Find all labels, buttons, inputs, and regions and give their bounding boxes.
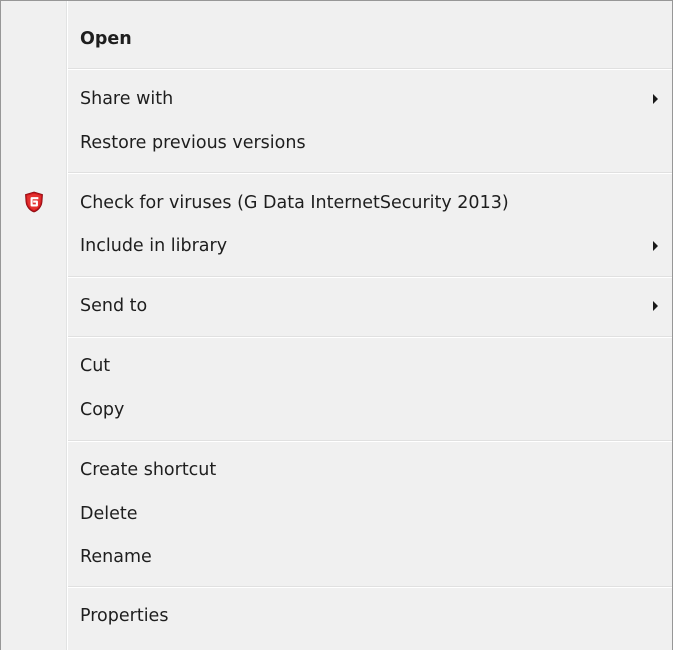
menu-item-label: Restore previous versions (80, 133, 306, 153)
menu-separator (68, 336, 672, 338)
menu-separator (68, 276, 672, 278)
menu-item-label: Check for viruses (G Data InternetSecuri… (80, 193, 509, 213)
menu-separator (68, 440, 672, 442)
menu-item-label: Copy (80, 400, 125, 420)
menu-item-restore-previous-versions[interactable]: Restore previous versions (1, 121, 673, 165)
menu-item-label: Properties (80, 606, 169, 626)
menu-item-label: Include in library (80, 236, 228, 256)
menu-item-rename[interactable]: Rename (1, 535, 673, 579)
menu-item-check-for-viruses[interactable]: Check for viruses (G Data InternetSecuri… (1, 181, 673, 225)
menu-item-label: Open (80, 29, 132, 49)
submenu-arrow-icon (653, 94, 658, 104)
menu-item-copy[interactable]: Copy (1, 388, 673, 432)
menu-item-label: Share with (80, 89, 174, 109)
menu-item-delete[interactable]: Delete (1, 492, 673, 536)
menu-item-send-to[interactable]: Send to (1, 284, 673, 328)
menu-item-open[interactable]: Open (1, 17, 673, 61)
menu-item-label: Cut (80, 356, 111, 376)
menu-item-label: Rename (80, 547, 152, 567)
menu-item-properties[interactable]: Properties (1, 594, 673, 638)
submenu-arrow-icon (653, 241, 658, 251)
submenu-arrow-icon (653, 301, 658, 311)
menu-item-create-shortcut[interactable]: Create shortcut (1, 448, 673, 492)
menu-item-label: Delete (80, 504, 138, 524)
menu-item-cut[interactable]: Cut (1, 344, 673, 388)
context-menu: Open Share with Restore previous version… (0, 0, 673, 650)
gdata-shield-icon (25, 191, 43, 213)
menu-separator (68, 172, 672, 174)
menu-item-label: Create shortcut (80, 460, 217, 480)
menu-separator (68, 68, 672, 70)
menu-item-label: Send to (80, 296, 148, 316)
menu-item-share-with[interactable]: Share with (1, 77, 673, 121)
menu-item-include-in-library[interactable]: Include in library (1, 224, 673, 268)
menu-separator (68, 586, 672, 588)
